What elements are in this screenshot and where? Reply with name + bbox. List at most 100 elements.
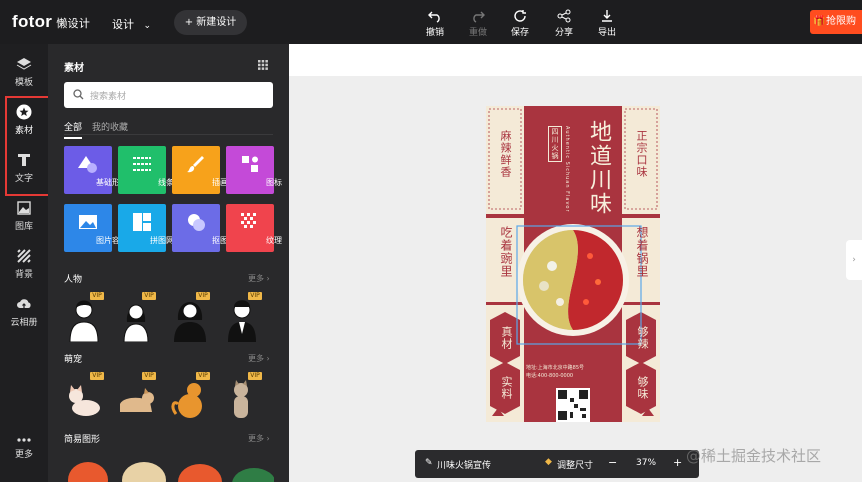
more-icon [17, 438, 31, 442]
undo-button[interactable]: 撤销 [415, 9, 455, 38]
sidebar-item-templates[interactable]: 模板 [0, 56, 48, 88]
icons-icon [242, 156, 258, 172]
search-icon [73, 89, 84, 100]
poster-badge-right-1: 够辣 [636, 326, 649, 350]
sticker-pet-1[interactable]: VIP [62, 370, 106, 422]
poster-address: 地址:上海市北京中路85号 [526, 365, 585, 371]
poster-side-right: 正宗口味 [635, 130, 648, 178]
top-bar: fotor 懒设计 设计 ⌄ + 新建设计 撤销 重做 保存 分享 导出 🎁 抢限… [0, 0, 862, 44]
share-button[interactable]: 分享 [544, 9, 584, 38]
section-title-pets: 萌宠 [64, 355, 83, 365]
export-label: 导出 [597, 28, 616, 38]
tab-all[interactable]: 全部 [64, 120, 83, 139]
sidebar-item-more[interactable]: 更多 [0, 436, 48, 460]
cloud-upload-icon [17, 299, 31, 308]
sidebar-label-gallery: 图库 [14, 222, 33, 232]
poster-phone: 电话:400-800-0000 [526, 373, 574, 379]
sticker-pet-3[interactable]: VIP [168, 370, 212, 422]
gift-icon: 🎁 [813, 16, 826, 27]
poster-badge-left-2: 实料 [500, 376, 513, 400]
sticker-person-2[interactable]: VIP [114, 290, 158, 343]
cutout-icon [188, 214, 205, 231]
undo-label: 撤销 [425, 28, 444, 38]
vip-badge: VIP [142, 372, 156, 380]
tile-icons[interactable]: 图标 [226, 146, 282, 194]
sidebar-item-background[interactable]: 背景 [0, 248, 48, 280]
sidebar-item-cloud[interactable]: 云相册 [0, 296, 48, 328]
watermark: @稀土掘金技术社区 [686, 447, 822, 465]
tab-divider [64, 134, 273, 135]
fotor-logo[interactable]: fotor 懒设计 [12, 12, 90, 32]
logo-subtitle: 懒设计 [56, 18, 91, 30]
panel-tabs: 全部 我的收藏 [64, 120, 138, 139]
tile-basic-shapes[interactable]: 基础形状 [64, 146, 128, 194]
layers-icon [16, 58, 32, 70]
poster-side-left: 麻辣鲜香 [499, 130, 512, 178]
chevron-down-icon: ⌄ [143, 21, 152, 31]
poster-left-banner: 吃着豌里 [499, 226, 513, 278]
poster-canvas[interactable]: 麻辣鲜香 正宗口味 四川火锅 地道川味 Authentic Sichuan Fl… [486, 106, 660, 422]
promo-badge[interactable]: 🎁 抢限购 [810, 10, 862, 34]
search-placeholder: 搜索素材 [90, 92, 127, 102]
resize-button[interactable]: 调整尺寸 [557, 458, 593, 471]
lines-icon [133, 157, 151, 171]
more-link-pets[interactable]: 更多 › [248, 353, 270, 364]
sticker-pet-2[interactable]: VIP [114, 370, 158, 422]
poster-title: 地道川味 [586, 120, 611, 216]
document-name[interactable]: 川味火锅宣传 [437, 458, 491, 471]
sidebar-label-more: 更多 [14, 450, 33, 460]
edit-icon: ✎ [425, 458, 433, 468]
export-button[interactable]: 导出 [587, 9, 627, 38]
tile-illustrations[interactable]: 插画 [172, 146, 228, 194]
logo-text: fotor [12, 12, 53, 31]
expand-right-button[interactable]: › [846, 240, 862, 280]
sidebar-label-cloud: 云相册 [10, 318, 38, 328]
sticker-person-1[interactable]: VIP [62, 290, 106, 343]
shapes-icon [78, 156, 97, 173]
sidebar-item-gallery[interactable]: 图库 [0, 200, 48, 232]
tile-texture[interactable]: 纹理 [226, 204, 282, 252]
vip-badge: VIP [142, 292, 156, 300]
promo-label: 抢限购 [826, 16, 856, 27]
redo-label: 重做 [468, 28, 487, 38]
vip-badge: VIP [90, 292, 104, 300]
sticker-person-3[interactable]: VIP [168, 290, 212, 342]
poster-badge-right-2: 够味 [636, 376, 649, 400]
redo-button[interactable]: 重做 [458, 9, 498, 38]
search-input[interactable]: 搜索素材 [64, 82, 273, 108]
share-label: 分享 [554, 28, 573, 38]
canvas-area: › 麻辣鲜香 正宗口味 四川火锅 地道川味 Authentic Sichuan … [289, 44, 862, 482]
brush-icon [187, 156, 204, 173]
save-button[interactable]: 保存 [500, 9, 540, 38]
sticker-pet-4[interactable]: VIP [220, 370, 264, 422]
elements-panel: 素材 搜索素材 全部 我的收藏 基础形状 线条 插画 图标 图片容器 拼图网格 抠… [48, 44, 289, 482]
grid-view-icon[interactable] [258, 60, 268, 70]
poster-subtitle: Authentic Sichuan Flavor [564, 126, 570, 213]
image-icon [17, 201, 31, 215]
canvas-header [289, 44, 862, 76]
picture-frame-icon [79, 215, 97, 229]
simple-shapes-preview[interactable] [64, 450, 274, 482]
zoom-level: 37% [636, 458, 657, 468]
more-link-people[interactable]: 更多 › [248, 273, 270, 284]
sidebar-label-templates: 模板 [14, 78, 33, 88]
zoom-in-button[interactable]: + [673, 456, 682, 469]
tile-collage-grid[interactable]: 拼图网格 [118, 204, 182, 252]
panel-title: 素材 [64, 63, 84, 74]
undo-icon [428, 11, 440, 23]
redo-icon [473, 11, 485, 23]
sticker-person-4[interactable]: VIP [220, 290, 264, 342]
vip-badge: VIP [90, 372, 104, 380]
more-link-simple-shapes[interactable]: 更多 › [248, 433, 270, 444]
poster-stamp: 四川火锅 [548, 126, 562, 162]
sidebar-label-background: 背景 [14, 270, 33, 280]
resize-icon: ◆ [545, 457, 552, 467]
design-menu[interactable]: 设计 ⌄ [112, 16, 151, 32]
new-design-button[interactable]: + 新建设计 [174, 10, 247, 35]
tile-cutout[interactable]: 抠图 [172, 204, 228, 252]
vip-badge: VIP [248, 292, 262, 300]
tile-lines[interactable]: 线条 [118, 146, 174, 194]
poster-right-banner: 想着锅里 [635, 226, 649, 278]
tile-image-container[interactable]: 图片容器 [64, 204, 128, 252]
zoom-out-button[interactable]: − [608, 456, 617, 469]
